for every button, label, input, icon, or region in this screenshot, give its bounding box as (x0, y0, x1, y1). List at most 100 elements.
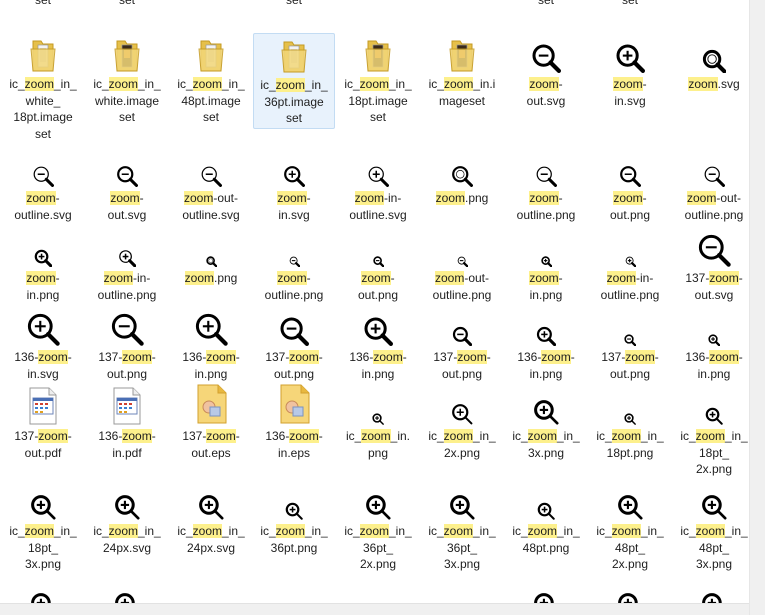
file-item[interactable]: set (2, 0, 84, 30)
zoom-in-glass-icon (337, 385, 419, 425)
file-item[interactable]: 137-zoom-out.pdf (2, 385, 84, 480)
file-item[interactable]: ic_zoom_in_ 36pt_ 3x.png (421, 480, 503, 575)
file-item[interactable] (673, 0, 749, 30)
search-highlight: zoom (541, 350, 571, 364)
file-item[interactable]: zoom-out.svg (505, 33, 587, 129)
file-item[interactable] (337, 0, 419, 30)
search-highlight: zoom (108, 524, 138, 538)
file-item[interactable]: ic_zoom_in_ 18pt.png (589, 385, 671, 480)
zoom-in-icon (2, 306, 84, 346)
file-item[interactable]: ic_zoom_in_ 48pt_ 3x.png (673, 480, 749, 575)
file-item[interactable]: 136-zoom-in.png (170, 306, 252, 386)
file-item[interactable]: ic_zoom_in_ 48pt.image set (170, 33, 252, 129)
search-highlight: zoom (527, 429, 557, 443)
file-item[interactable]: zoom-in-outline.png (86, 227, 168, 307)
vertical-scrollbar[interactable] (749, 0, 765, 615)
search-highlight: zoom (277, 271, 307, 285)
file-item[interactable]: ic_zoom_in_ 24px.svg (170, 480, 252, 575)
search-highlight: zoom (110, 191, 140, 205)
file-item[interactable]: ic_zoom_in_ 48pt.png (505, 480, 587, 575)
file-name: 137-zoom-out.png (601, 350, 659, 381)
zoom-in-glass-icon (505, 385, 587, 425)
file-item[interactable]: zoom-in.png (2, 227, 84, 307)
file-item[interactable]: 137-zoom-out.png (421, 306, 503, 386)
file-item[interactable]: zoom-outline.png (253, 227, 335, 307)
file-item[interactable]: 137-zoom-out.eps (170, 384, 252, 480)
file-item[interactable]: set (505, 0, 587, 30)
file-item[interactable]: set (589, 0, 671, 30)
file-item[interactable]: set (253, 0, 335, 30)
file-item[interactable]: zoom-in-outline.png (589, 227, 671, 307)
file-item[interactable]: ic_zoom_in_ 36pt.image set (253, 33, 335, 129)
file-item[interactable]: zoom-out.svg (86, 147, 168, 227)
file-item[interactable]: 136-zoom-in.svg (2, 306, 84, 386)
file-item[interactable]: zoom-out.png (337, 227, 419, 307)
file-item[interactable]: zoom-in-outline.svg (337, 147, 419, 227)
file-item[interactable] (421, 0, 503, 30)
file-item[interactable]: ic_zoom_in_ 36pt.png (253, 480, 335, 575)
search-highlight: zoom (38, 350, 68, 364)
file-item[interactable]: zoom-out-outline.svg (170, 147, 252, 227)
file-name: 137-zoom-out.png (433, 350, 491, 381)
file-item[interactable]: ic_zoom_in_ white_ 18pt.image set (2, 33, 84, 141)
zoom-out-outline-icon (673, 147, 749, 187)
file-name: ic_zoom_in_ 24px.svg (177, 524, 245, 555)
file-item[interactable]: ic_zoom_in.i mageset (421, 33, 503, 129)
file-item[interactable]: ic_zoom_in. png (337, 385, 419, 480)
file-item[interactable]: set (86, 0, 168, 30)
file-item[interactable] (170, 0, 252, 30)
file-name: zoom-outline.png (516, 191, 576, 222)
file-item[interactable]: 136-zoom-in.eps (253, 384, 335, 480)
file-item[interactable]: zoom.svg (673, 33, 749, 129)
file-item[interactable]: zoom-outline.svg (2, 147, 84, 227)
search-highlight: zoom (289, 429, 319, 443)
file-item[interactable]: zoom-out-outline.png (421, 227, 503, 307)
file-item[interactable]: zoom-in.png (505, 227, 587, 307)
file-item[interactable]: ic_zoom_in_ 3x.png (505, 385, 587, 480)
file-item[interactable]: 137-zoom-out.png (253, 306, 335, 386)
zoom-in-outline-icon (337, 147, 419, 187)
file-item[interactable]: 137-zoom-out.svg (673, 227, 749, 307)
zoom-out-icon (421, 306, 503, 346)
search-highlight: zoom (373, 350, 403, 364)
file-item[interactable]: ic_zoom_in_ white.image set (86, 33, 168, 129)
search-highlight: zoom (275, 78, 305, 92)
file-item[interactable]: ic_zoom_in_ 24px.svg (86, 480, 168, 575)
search-highlight: zoom (434, 271, 465, 285)
file-item[interactable]: 137-zoom-out.png (86, 306, 168, 386)
zoom-in-glass-icon (589, 480, 671, 520)
search-highlight: zoom (122, 429, 152, 443)
horizontal-scrollbar[interactable] (0, 603, 749, 615)
file-name: zoom-out.png (609, 191, 651, 222)
file-item[interactable]: 136-zoom-in.png (337, 306, 419, 386)
zoom-in-icon (337, 306, 419, 346)
file-name: 136-zoom-in.svg (14, 350, 72, 381)
zoom-out-icon (673, 227, 749, 267)
file-item[interactable]: ic_zoom_in_ 48pt_ 2x.png (589, 480, 671, 575)
file-item[interactable]: zoom-out.png (589, 147, 671, 227)
file-item[interactable]: 137-zoom-out.png (589, 306, 671, 386)
folder-image-white-icon (170, 33, 252, 73)
file-item[interactable]: 136-zoom-in.png (505, 306, 587, 386)
file-item[interactable]: ic_zoom_in_ 36pt_ 2x.png (337, 480, 419, 575)
file-item[interactable]: ic_zoom_in_ 18pt_ 3x.png (2, 480, 84, 575)
search-highlight: zoom (183, 191, 214, 205)
file-item[interactable]: 136-zoom-in.png (673, 306, 749, 386)
file-item[interactable]: zoom-out-outline.png (673, 147, 749, 227)
file-name: 136-zoom-in.png (349, 350, 407, 381)
file-name: zoom-in-outline.svg (349, 191, 407, 222)
file-item[interactable]: zoom-outline.png (505, 147, 587, 227)
zoom-outline-icon (253, 227, 335, 267)
search-highlight: zoom (435, 191, 465, 205)
file-item[interactable]: zoom.png (421, 147, 503, 227)
file-item[interactable]: zoom-in.svg (589, 33, 671, 129)
file-item[interactable]: ic_zoom_in_ 18pt.image set (337, 33, 419, 129)
zoom-in-glass-icon (589, 385, 671, 425)
file-item[interactable]: ic_zoom_in_ 18pt_ 2x.png (673, 385, 749, 480)
file-item[interactable]: 136-zoom-in.pdf (86, 385, 168, 480)
file-item[interactable]: ic_zoom_in_ 2x.png (421, 385, 503, 480)
file-name: zoom-in-outline.png (600, 271, 660, 302)
file-item[interactable]: zoom.png (170, 227, 252, 307)
file-item[interactable]: zoom-in.svg (253, 147, 335, 227)
search-highlight: zoom (529, 191, 559, 205)
